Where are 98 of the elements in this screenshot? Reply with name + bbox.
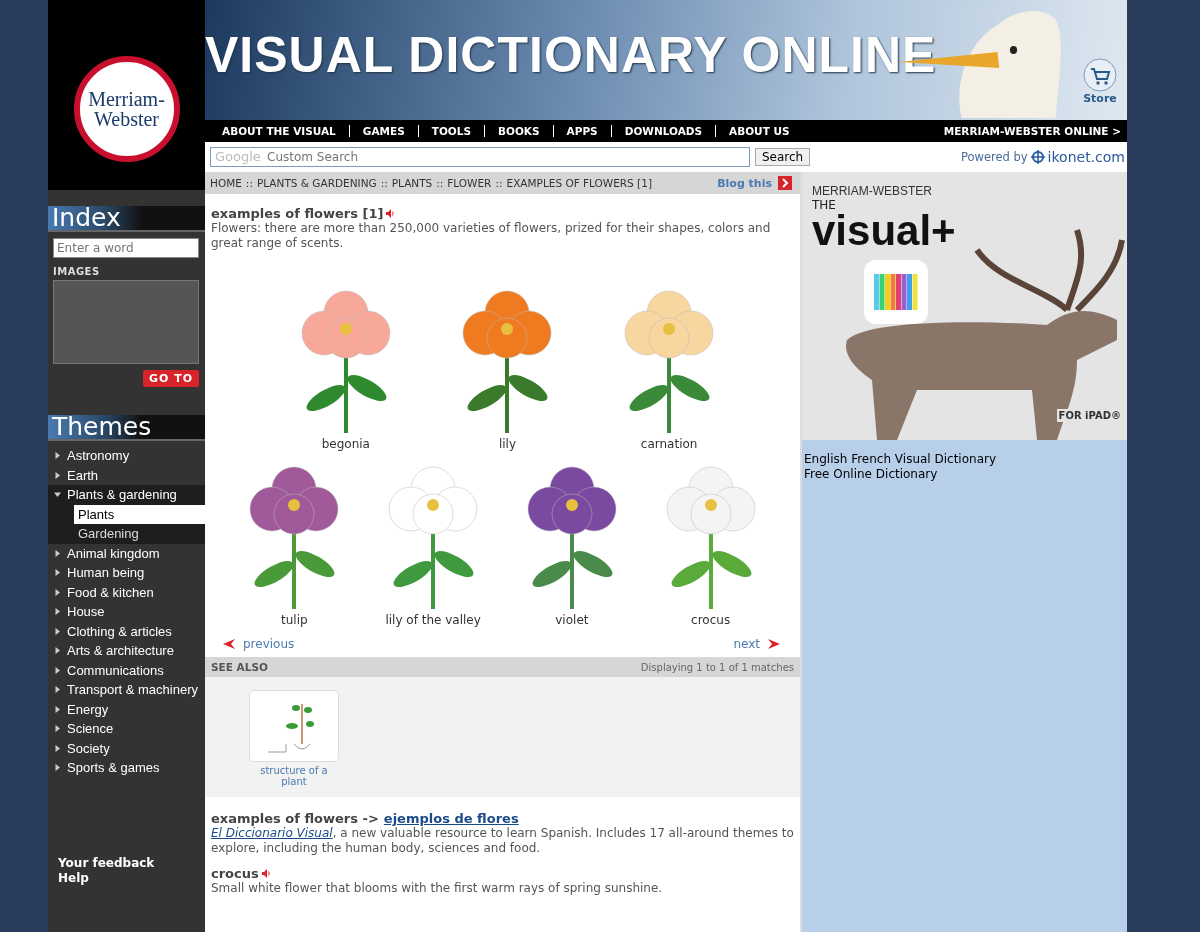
theme-link[interactable]: Science bbox=[48, 719, 205, 739]
ikonet-link[interactable]: ikonet.com bbox=[1047, 149, 1125, 165]
theme-link[interactable]: Animal kingdom bbox=[48, 543, 205, 563]
site-title: VISUAL DICTIONARY ONLINE bbox=[205, 26, 937, 84]
theme-link[interactable]: Earth bbox=[48, 465, 205, 485]
google-watermark: Google bbox=[215, 149, 261, 165]
entry-title: crocus bbox=[211, 866, 259, 881]
entry-description: Flowers: there are more than 250,000 varieties of flowers, prized for their shapes, colors and great range of scents. bbox=[211, 221, 772, 251]
theme-link[interactable]: Plants & gardening bbox=[48, 485, 205, 505]
index-heading: Index bbox=[48, 206, 205, 232]
theme-link[interactable]: House bbox=[48, 602, 205, 622]
spanish-term-link[interactable]: ejemplos de flores bbox=[383, 811, 519, 826]
caret-right-icon bbox=[54, 666, 61, 674]
arrow-right-icon bbox=[768, 639, 780, 649]
flower-label[interactable]: carnation bbox=[640, 437, 698, 451]
store-link[interactable]: Store bbox=[1083, 58, 1117, 105]
entry-description: Small white flower that blooms with the first warm rays of spring sunshine. bbox=[211, 881, 664, 896]
search-button[interactable]: Search bbox=[755, 148, 811, 166]
see-also-link[interactable]: structure of a plant bbox=[249, 765, 339, 787]
theme-link[interactable]: Communications bbox=[48, 660, 205, 680]
breadcrumb-link[interactable]: PLANTS & GARDENING bbox=[256, 177, 377, 189]
powered-by-label: Powered by bbox=[960, 150, 1028, 164]
breadcrumb-separator: :: bbox=[380, 177, 388, 189]
caret-right-icon bbox=[54, 608, 61, 616]
word-search-field[interactable]: Enter a word bbox=[53, 238, 199, 258]
cart-icon bbox=[1083, 58, 1117, 92]
diccionario-link[interactable]: El Diccionario Visual bbox=[211, 826, 333, 840]
flower-label[interactable]: lily of the valley bbox=[385, 613, 481, 627]
caret-right-icon bbox=[54, 764, 61, 772]
speaker-icon[interactable] bbox=[261, 869, 271, 878]
theme-link[interactable]: Food & kitchen bbox=[48, 582, 205, 602]
theme-link[interactable]: Transport & machinery bbox=[48, 680, 205, 700]
translation-description: El Diccionario Visual, a new valuable resource to learn Spanish. Includes 17 all-around themes to explore, including the human body, sciences and food. bbox=[211, 826, 794, 856]
merriam-webster-logo[interactable]: Merriam- Webster bbox=[73, 56, 180, 162]
nav-link[interactable]: GAMES bbox=[362, 125, 405, 137]
dictionary-link[interactable]: English French Visual Dictionary bbox=[804, 452, 1125, 467]
nav-link[interactable]: BOOKS bbox=[498, 125, 540, 137]
go-to-button[interactable]: GO TO bbox=[142, 370, 199, 387]
images-label: IMAGES bbox=[53, 266, 101, 277]
plant-thumbnail[interactable] bbox=[249, 690, 339, 762]
caret-right-icon bbox=[54, 588, 61, 596]
breadcrumb-link[interactable]: HOME bbox=[210, 177, 242, 189]
theme-link[interactable]: Energy bbox=[48, 699, 205, 719]
flower-label[interactable]: begonia bbox=[321, 437, 370, 451]
merriam-webster-online-link[interactable]: MERRIAM-WEBSTER ONLINE > bbox=[943, 125, 1121, 137]
footer-link[interactable]: Help bbox=[58, 870, 205, 886]
nav-link[interactable]: ABOUT THE VISUAL bbox=[222, 125, 336, 137]
theme-link[interactable]: Sports & games bbox=[48, 758, 205, 778]
ad-product-name: visual+ bbox=[812, 212, 956, 250]
breadcrumb-link[interactable]: FLOWER bbox=[447, 177, 492, 189]
entry-title: examples of flowers [1] bbox=[211, 206, 384, 221]
caret-right-icon bbox=[54, 627, 61, 635]
breadcrumb-link[interactable]: EXAMPLES OF FLOWERS [1] bbox=[506, 177, 652, 189]
ad-the: THE bbox=[812, 198, 837, 212]
translation-term: examples of flowers -> bbox=[211, 811, 379, 826]
flower-label[interactable]: lily bbox=[498, 437, 517, 451]
app-advertisement[interactable]: MERRIAM-WEBSTER THE visual+ FOR iPAD® bbox=[802, 172, 1127, 440]
caret-right-icon bbox=[54, 725, 61, 733]
nav-link[interactable]: TOOLS bbox=[431, 125, 471, 137]
theme-link[interactable]: Arts & architecture bbox=[48, 641, 205, 661]
footer-link[interactable]: Your feedback bbox=[58, 855, 205, 871]
flower-label[interactable]: crocus bbox=[691, 613, 731, 627]
speaker-icon[interactable] bbox=[386, 209, 396, 218]
subtheme-link[interactable]: Gardening bbox=[48, 524, 205, 544]
flower-label[interactable]: violet bbox=[555, 613, 589, 627]
caret-right-icon bbox=[54, 569, 61, 577]
next-link[interactable]: next bbox=[733, 637, 760, 651]
dictionary-link[interactable]: Free Online Dictionary bbox=[804, 467, 1125, 482]
theme-link[interactable]: Astronomy bbox=[48, 446, 205, 466]
caret-right-icon bbox=[54, 452, 61, 460]
breadcrumb-separator: :: bbox=[495, 177, 503, 189]
caret-right-icon bbox=[54, 705, 61, 713]
ad-brand: MERRIAM-WEBSTER bbox=[812, 184, 933, 198]
see-also-heading: SEE ALSO bbox=[211, 661, 268, 673]
caret-right-icon bbox=[54, 686, 61, 694]
nav-link[interactable]: DOWNLOADS bbox=[624, 125, 703, 137]
caret-right-icon bbox=[54, 471, 61, 479]
nav-link[interactable]: APPS bbox=[566, 125, 598, 137]
breadcrumb-separator: :: bbox=[436, 177, 444, 189]
breadcrumb-separator: :: bbox=[245, 177, 253, 189]
theme-link[interactable]: Society bbox=[48, 738, 205, 758]
subtheme-link[interactable]: Plants bbox=[74, 504, 205, 524]
theme-link[interactable]: Human being bbox=[48, 563, 205, 583]
theme-link[interactable]: Clothing & articles bbox=[48, 621, 205, 641]
chevron-right-icon bbox=[778, 176, 792, 190]
breadcrumb-link[interactable]: PLANTS bbox=[391, 177, 433, 189]
caret-right-icon bbox=[54, 549, 61, 557]
previous-link[interactable]: previous bbox=[243, 637, 295, 651]
app-icon bbox=[864, 260, 928, 324]
caret-right-icon bbox=[54, 647, 61, 655]
arrow-left-icon bbox=[223, 639, 235, 649]
caret-down-icon bbox=[54, 491, 61, 499]
platform-label: FOR iPAD® bbox=[1056, 409, 1123, 422]
nav-link[interactable]: ABOUT US bbox=[729, 125, 790, 137]
themes-heading: Themes bbox=[48, 415, 205, 441]
matches-count: Displaying 1 to 1 of 1 matches bbox=[640, 661, 794, 673]
flower-label[interactable]: tulip bbox=[281, 613, 308, 627]
caret-right-icon bbox=[54, 744, 61, 752]
